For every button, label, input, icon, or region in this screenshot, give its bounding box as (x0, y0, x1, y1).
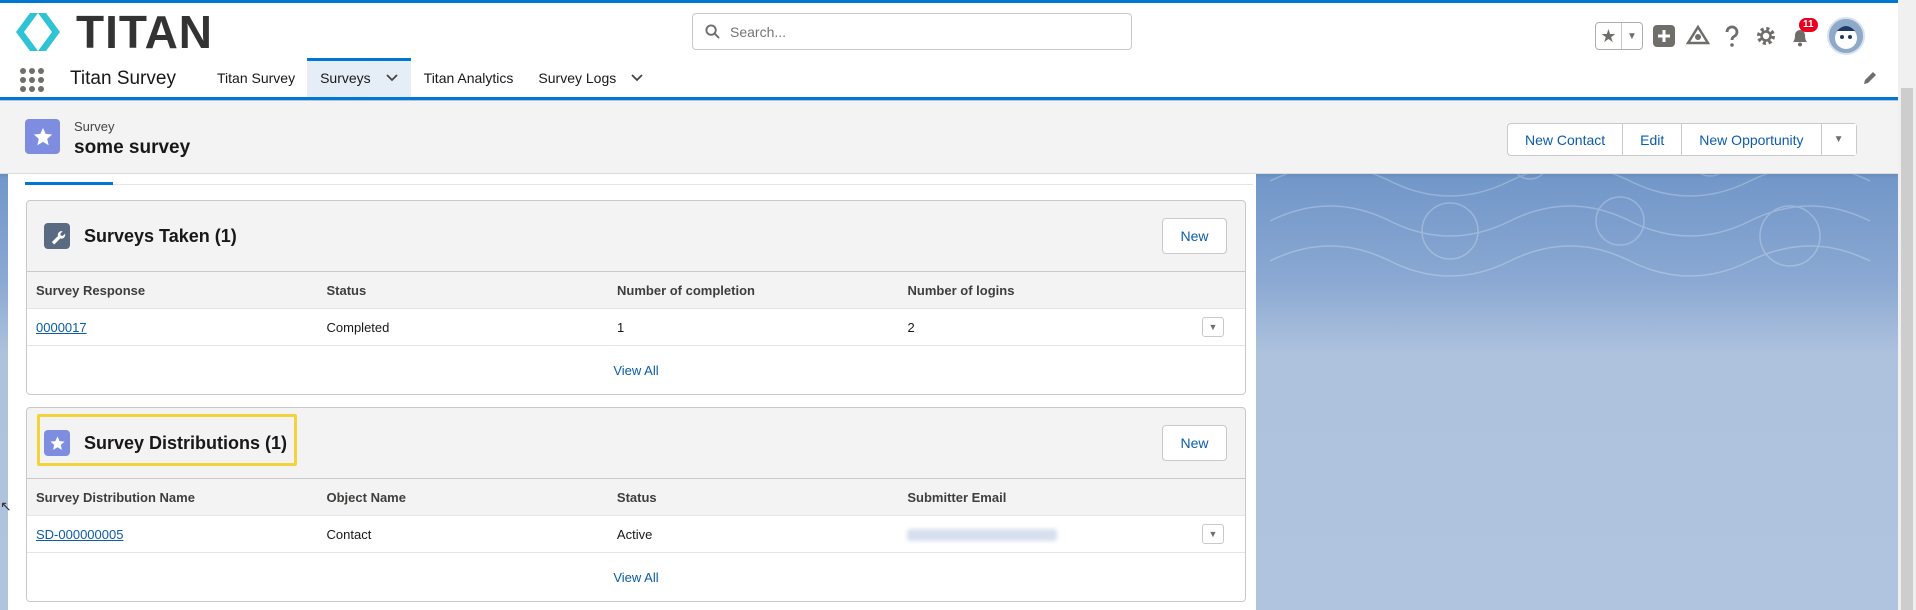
record-title: some survey (74, 137, 191, 158)
trailhead-guidance-icon[interactable] (1685, 22, 1711, 50)
record-highlights-header: Survey some survey New Contact Edit New … (0, 101, 1898, 174)
tab-divider (25, 184, 1253, 185)
distribution-name-cell: SD-000000005 (27, 515, 318, 553)
nav-item-label: Surveys (320, 69, 371, 86)
mouse-cursor-icon: ↖ (0, 498, 12, 514)
favorites-group: ★ ▼ (1595, 22, 1643, 50)
help-icon[interactable] (1719, 22, 1745, 50)
global-search[interactable] (692, 13, 1132, 50)
star-icon (44, 430, 70, 456)
survey-distributions-table: Survey Distribution Name Object Name Sta… (27, 478, 1245, 553)
related-tab-column: Surveys Taken (1) New Survey Response St… (8, 174, 1256, 610)
titan-logo-text: TITAN (76, 6, 214, 58)
card-header: Surveys Taken (1) New (27, 201, 1245, 271)
scrollbar-thumb[interactable] (1901, 88, 1913, 610)
more-actions-button[interactable]: ▼ (1821, 124, 1856, 155)
chevron-down-icon[interactable] (630, 73, 644, 83)
astro-avatar-icon (1829, 19, 1863, 53)
card-footer: View All (27, 346, 1245, 394)
search-icon (705, 24, 720, 39)
nav-item-titan-analytics[interactable]: Titan Analytics (411, 58, 526, 97)
nav-item-label: Survey Logs (538, 69, 617, 86)
table-header-row: Survey Distribution Name Object Name Sta… (27, 478, 1245, 516)
new-survey-distribution-button[interactable]: New (1162, 425, 1227, 461)
surveys-taken-table: Survey Response Status Number of complet… (27, 271, 1245, 346)
notification-count-badge: 11 (1799, 18, 1818, 32)
record-object-type: Survey (74, 119, 115, 134)
card-title[interactable]: Survey Distributions (1) (84, 433, 287, 454)
nav-item-label: Titan Survey (217, 69, 296, 86)
edit-button[interactable]: Edit (1623, 124, 1683, 155)
active-tab-indicator (25, 182, 113, 185)
notifications-bell-icon[interactable]: 11 (1787, 18, 1818, 50)
app-name: Titan Survey (70, 68, 176, 89)
chevron-down-icon[interactable] (385, 73, 399, 83)
view-all-link[interactable]: View All (613, 363, 658, 378)
survey-record-icon (25, 119, 60, 154)
row-actions-chevron-down-icon[interactable]: ▼ (1202, 317, 1225, 337)
column-header-actions (1189, 271, 1245, 309)
nav-item-survey-logs[interactable]: Survey Logs (525, 58, 656, 97)
wrench-icon (44, 223, 70, 249)
app-launcher-waffle-icon[interactable] (20, 68, 44, 92)
redacted-email (907, 529, 1058, 542)
submitter-email-cell (898, 515, 1190, 553)
row-actions-cell: ▼ (1189, 308, 1245, 346)
column-header: Number of logins (898, 271, 1190, 309)
view-all-link[interactable]: View All (613, 570, 658, 585)
app-navigation-bar: Titan Survey Titan Survey Surveys Titan … (0, 58, 1898, 100)
survey-response-cell: 0000017 (27, 308, 318, 346)
nav-item-label: Titan Analytics (423, 69, 514, 86)
column-header: Status (317, 271, 609, 309)
edit-nav-pencil-icon[interactable] (1862, 70, 1878, 86)
global-header: TITAN ★ ▼ 11 (0, 0, 1898, 58)
new-survey-taken-button[interactable]: New (1162, 218, 1227, 254)
surveys-taken-related-list: Surveys Taken (1) New Survey Response St… (26, 200, 1246, 395)
column-header: Status (607, 478, 899, 516)
column-header: Survey Distribution Name (27, 478, 318, 516)
favorites-menu-chevron-icon[interactable]: ▼ (1622, 23, 1642, 49)
status-cell: Completed (317, 308, 609, 346)
page-scrollbar[interactable] (1898, 0, 1916, 610)
chevron-down-icon: ▼ (1833, 134, 1844, 145)
setup-gear-icon[interactable] (1753, 22, 1779, 50)
survey-distributions-related-list: Survey Distributions (1) New Survey Dist… (26, 407, 1246, 602)
logins-cell: 2 (898, 308, 1190, 346)
titan-logo-icon (16, 13, 60, 51)
nav-items: Titan Survey Surveys Titan Analytics Sur… (204, 58, 656, 97)
star-icon (33, 127, 52, 145)
object-name-cell: Contact (317, 515, 608, 553)
table-row: SD-000000005 Contact Active ▼ (27, 515, 1245, 553)
table-row: 0000017 Completed 1 2 ▼ (27, 308, 1245, 346)
card-header: Survey Distributions (1) New (27, 408, 1245, 478)
column-header: Object Name (317, 478, 608, 516)
survey-response-link[interactable]: 0000017 (36, 320, 87, 335)
search-input[interactable] (730, 23, 1110, 40)
record-action-buttons: New Contact Edit New Opportunity ▼ (1507, 123, 1857, 156)
table-header-row: Survey Response Status Number of complet… (27, 271, 1245, 309)
new-contact-button[interactable]: New Contact (1508, 124, 1624, 155)
column-header: Submitter Email (898, 478, 1190, 516)
completion-cell: 1 (608, 308, 899, 346)
card-title[interactable]: Surveys Taken (1) (84, 226, 237, 247)
row-actions-cell: ▼ (1189, 515, 1245, 553)
row-actions-chevron-down-icon[interactable]: ▼ (1202, 524, 1225, 544)
titan-logo[interactable]: TITAN (12, 9, 213, 55)
user-avatar[interactable] (1827, 17, 1865, 55)
nav-item-surveys[interactable]: Surveys (307, 58, 411, 97)
column-header-actions (1189, 478, 1245, 516)
nav-item-titan-survey[interactable]: Titan Survey (204, 58, 307, 97)
card-footer: View All (27, 553, 1245, 601)
new-opportunity-button[interactable]: New Opportunity (1682, 124, 1822, 155)
distribution-name-link[interactable]: SD-000000005 (36, 527, 123, 542)
column-header: Survey Response (27, 271, 318, 309)
column-header: Number of completion (608, 271, 899, 309)
global-actions-plus-icon[interactable] (1651, 22, 1677, 50)
status-cell: Active (607, 515, 899, 553)
header-utilities: ★ ▼ 11 (1595, 17, 1865, 55)
favorites-star-icon[interactable]: ★ (1596, 23, 1622, 49)
